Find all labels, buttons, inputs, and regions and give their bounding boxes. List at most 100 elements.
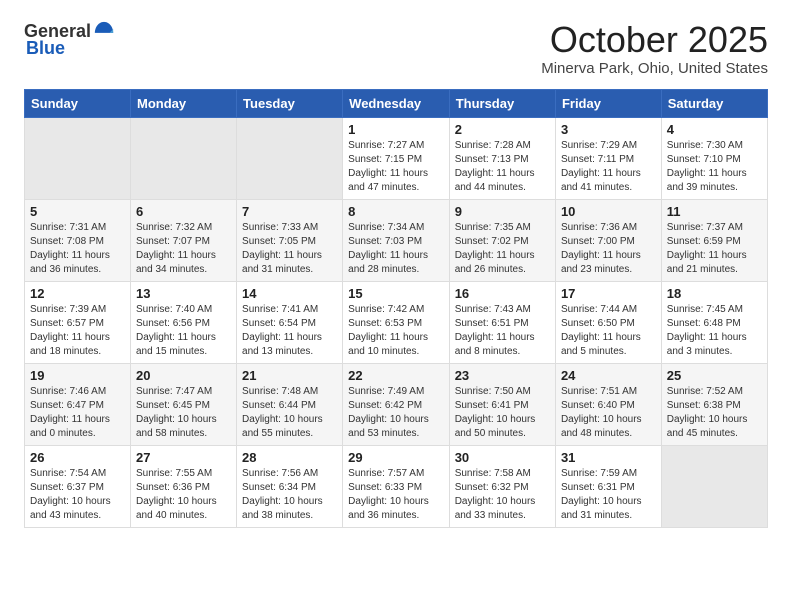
weekday-header-thursday: Thursday	[449, 89, 555, 117]
day-info: Sunrise: 7:41 AM Sunset: 6:54 PM Dayligh…	[242, 303, 337, 359]
day-number: 6	[136, 204, 231, 219]
day-number: 16	[455, 286, 550, 301]
day-number: 21	[242, 368, 337, 383]
logo-blue-text: Blue	[26, 38, 65, 59]
weekday-header-tuesday: Tuesday	[237, 89, 343, 117]
day-info: Sunrise: 7:32 AM Sunset: 7:07 PM Dayligh…	[136, 221, 231, 277]
day-number: 25	[667, 368, 762, 383]
day-cell-23: 23 Sunrise: 7:50 AM Sunset: 6:41 PM Dayli…	[449, 363, 555, 445]
day-info: Sunrise: 7:43 AM Sunset: 6:51 PM Dayligh…	[455, 303, 550, 359]
day-info: Sunrise: 7:48 AM Sunset: 6:44 PM Dayligh…	[242, 385, 337, 441]
day-info: Sunrise: 7:46 AM Sunset: 6:47 PM Dayligh…	[30, 385, 125, 441]
day-info: Sunrise: 7:55 AM Sunset: 6:36 PM Dayligh…	[136, 467, 231, 523]
day-number: 13	[136, 286, 231, 301]
day-info: Sunrise: 7:37 AM Sunset: 6:59 PM Dayligh…	[667, 221, 762, 277]
day-cell-21: 21 Sunrise: 7:48 AM Sunset: 6:44 PM Dayli…	[237, 363, 343, 445]
day-number: 23	[455, 368, 550, 383]
day-cell-18: 18 Sunrise: 7:45 AM Sunset: 6:48 PM Dayli…	[661, 281, 767, 363]
day-cell-4: 4Sunrise: 7:30 AM Sunset: 7:10 PM Daylig…	[661, 117, 767, 199]
day-info: Sunrise: 7:39 AM Sunset: 6:57 PM Dayligh…	[30, 303, 125, 359]
day-cell-2: 2Sunrise: 7:28 AM Sunset: 7:13 PM Daylig…	[449, 117, 555, 199]
day-cell-12: 12Sunrise: 7:39 AM Sunset: 6:57 PM Dayli…	[25, 281, 131, 363]
day-info: Sunrise: 7:45 AM Sunset: 6:48 PM Dayligh…	[667, 303, 762, 359]
day-cell-19: 19 Sunrise: 7:46 AM Sunset: 6:47 PM Dayli…	[25, 363, 131, 445]
day-cell-30: 30 Sunrise: 7:58 AM Sunset: 6:32 PM Dayli…	[449, 445, 555, 527]
day-info: Sunrise: 7:44 AM Sunset: 6:50 PM Dayligh…	[561, 303, 656, 359]
day-cell-26: 26 Sunrise: 7:54 AM Sunset: 6:37 PM Dayli…	[25, 445, 131, 527]
day-cell-7: 7 Sunrise: 7:33 AM Sunset: 7:05 PM Daylig…	[237, 199, 343, 281]
day-info: Sunrise: 7:34 AM Sunset: 7:03 PM Dayligh…	[348, 221, 444, 277]
day-number: 24	[561, 368, 656, 383]
day-number: 14	[242, 286, 337, 301]
day-info: Sunrise: 7:58 AM Sunset: 6:32 PM Dayligh…	[455, 467, 550, 523]
day-info: Sunrise: 7:54 AM Sunset: 6:37 PM Dayligh…	[30, 467, 125, 523]
header: General Blue October 2025 Minerva Park, …	[24, 20, 768, 77]
day-info: Sunrise: 7:36 AM Sunset: 7:00 PM Dayligh…	[561, 221, 656, 277]
day-info: Sunrise: 7:51 AM Sunset: 6:40 PM Dayligh…	[561, 385, 656, 441]
day-number: 22	[348, 368, 444, 383]
empty-cell	[25, 117, 131, 199]
title-area: October 2025 Minerva Park, Ohio, United …	[541, 20, 768, 77]
week-row-5: 26 Sunrise: 7:54 AM Sunset: 6:37 PM Dayli…	[25, 445, 768, 527]
day-info: Sunrise: 7:52 AM Sunset: 6:38 PM Dayligh…	[667, 385, 762, 441]
empty-cell	[131, 117, 237, 199]
day-cell-27: 27Sunrise: 7:55 AM Sunset: 6:36 PM Dayli…	[131, 445, 237, 527]
day-info: Sunrise: 7:42 AM Sunset: 6:53 PM Dayligh…	[348, 303, 444, 359]
day-cell-20: 20Sunrise: 7:47 AM Sunset: 6:45 PM Dayli…	[131, 363, 237, 445]
day-number: 26	[30, 450, 125, 465]
weekday-header-monday: Monday	[131, 89, 237, 117]
location-title: Minerva Park, Ohio, United States	[541, 60, 768, 77]
day-number: 17	[561, 286, 656, 301]
day-cell-6: 6 Sunrise: 7:32 AM Sunset: 7:07 PM Daylig…	[131, 199, 237, 281]
day-info: Sunrise: 7:28 AM Sunset: 7:13 PM Dayligh…	[455, 139, 550, 195]
day-info: Sunrise: 7:50 AM Sunset: 6:41 PM Dayligh…	[455, 385, 550, 441]
day-cell-14: 14 Sunrise: 7:41 AM Sunset: 6:54 PM Dayli…	[237, 281, 343, 363]
day-info: Sunrise: 7:31 AM Sunset: 7:08 PM Dayligh…	[30, 221, 125, 277]
day-number: 28	[242, 450, 337, 465]
weekday-header-row: SundayMondayTuesdayWednesdayThursdayFrid…	[25, 89, 768, 117]
day-number: 31	[561, 450, 656, 465]
weekday-header-saturday: Saturday	[661, 89, 767, 117]
weekday-header-sunday: Sunday	[25, 89, 131, 117]
day-number: 10	[561, 204, 656, 219]
day-info: Sunrise: 7:59 AM Sunset: 6:31 PM Dayligh…	[561, 467, 656, 523]
day-cell-8: 8Sunrise: 7:34 AM Sunset: 7:03 PM Daylig…	[343, 199, 450, 281]
day-cell-31: 31 Sunrise: 7:59 AM Sunset: 6:31 PM Dayli…	[555, 445, 661, 527]
day-cell-24: 24 Sunrise: 7:51 AM Sunset: 6:40 PM Dayli…	[555, 363, 661, 445]
day-info: Sunrise: 7:29 AM Sunset: 7:11 PM Dayligh…	[561, 139, 656, 195]
calendar: SundayMondayTuesdayWednesdayThursdayFrid…	[24, 89, 768, 528]
day-number: 30	[455, 450, 550, 465]
day-cell-5: 5Sunrise: 7:31 AM Sunset: 7:08 PM Daylig…	[25, 199, 131, 281]
day-cell-9: 9Sunrise: 7:35 AM Sunset: 7:02 PM Daylig…	[449, 199, 555, 281]
logo: General Blue	[24, 20, 115, 59]
day-cell-3: 3Sunrise: 7:29 AM Sunset: 7:11 PM Daylig…	[555, 117, 661, 199]
week-row-1: 1Sunrise: 7:27 AM Sunset: 7:15 PM Daylig…	[25, 117, 768, 199]
day-number: 20	[136, 368, 231, 383]
weekday-header-wednesday: Wednesday	[343, 89, 450, 117]
logo-icon	[93, 20, 115, 42]
empty-cell	[661, 445, 767, 527]
day-number: 29	[348, 450, 444, 465]
week-row-2: 5Sunrise: 7:31 AM Sunset: 7:08 PM Daylig…	[25, 199, 768, 281]
day-cell-13: 13 Sunrise: 7:40 AM Sunset: 6:56 PM Dayli…	[131, 281, 237, 363]
day-cell-1: 1Sunrise: 7:27 AM Sunset: 7:15 PM Daylig…	[343, 117, 450, 199]
day-number: 15	[348, 286, 444, 301]
day-number: 19	[30, 368, 125, 383]
day-info: Sunrise: 7:49 AM Sunset: 6:42 PM Dayligh…	[348, 385, 444, 441]
month-title: October 2025	[541, 20, 768, 60]
week-row-4: 19 Sunrise: 7:46 AM Sunset: 6:47 PM Dayli…	[25, 363, 768, 445]
weekday-header-friday: Friday	[555, 89, 661, 117]
week-row-3: 12Sunrise: 7:39 AM Sunset: 6:57 PM Dayli…	[25, 281, 768, 363]
day-number: 7	[242, 204, 337, 219]
day-cell-10: 10 Sunrise: 7:36 AM Sunset: 7:00 PM Dayli…	[555, 199, 661, 281]
day-number: 9	[455, 204, 550, 219]
day-info: Sunrise: 7:33 AM Sunset: 7:05 PM Dayligh…	[242, 221, 337, 277]
empty-cell	[237, 117, 343, 199]
day-cell-11: 11Sunrise: 7:37 AM Sunset: 6:59 PM Dayli…	[661, 199, 767, 281]
day-cell-25: 25 Sunrise: 7:52 AM Sunset: 6:38 PM Dayli…	[661, 363, 767, 445]
day-cell-29: 29Sunrise: 7:57 AM Sunset: 6:33 PM Dayli…	[343, 445, 450, 527]
day-number: 18	[667, 286, 762, 301]
day-info: Sunrise: 7:56 AM Sunset: 6:34 PM Dayligh…	[242, 467, 337, 523]
day-number: 1	[348, 122, 444, 137]
day-info: Sunrise: 7:40 AM Sunset: 6:56 PM Dayligh…	[136, 303, 231, 359]
